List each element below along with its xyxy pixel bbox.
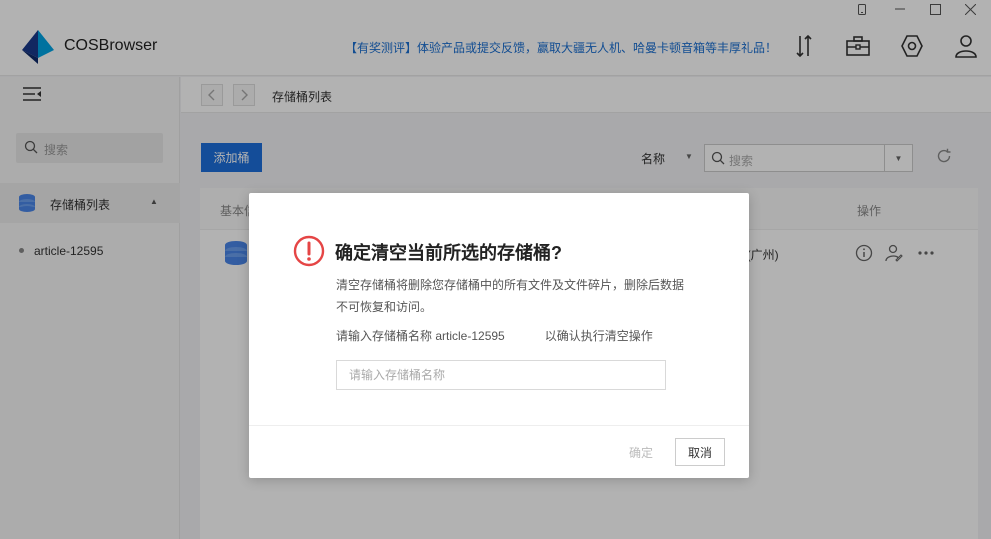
confirm-button[interactable]: 确定 (621, 438, 661, 466)
cancel-button[interactable]: 取消 (675, 438, 725, 466)
dialog-divider (249, 425, 749, 426)
confirm-prefix: 请输入存储桶名称 article-12595 (336, 329, 505, 343)
bucket-name-input[interactable] (336, 360, 666, 390)
empty-bucket-dialog: 确定清空当前所选的存储桶? 清空存储桶将删除您存储桶中的所有文件及文件碎片，删除… (249, 193, 749, 478)
confirm-suffix: 以确认执行清空操作 (544, 329, 653, 343)
dialog-confirm-instruction: 请输入存储桶名称 article-12595 以确认执行清空操作 (336, 327, 653, 344)
dialog-description: 清空存储桶将删除您存储桶中的所有文件及文件碎片，删除后数据不可恢复和访问。 (336, 278, 685, 314)
dialog-title: 确定清空当前所选的存储桶? (335, 243, 562, 263)
warning-icon (293, 235, 325, 267)
